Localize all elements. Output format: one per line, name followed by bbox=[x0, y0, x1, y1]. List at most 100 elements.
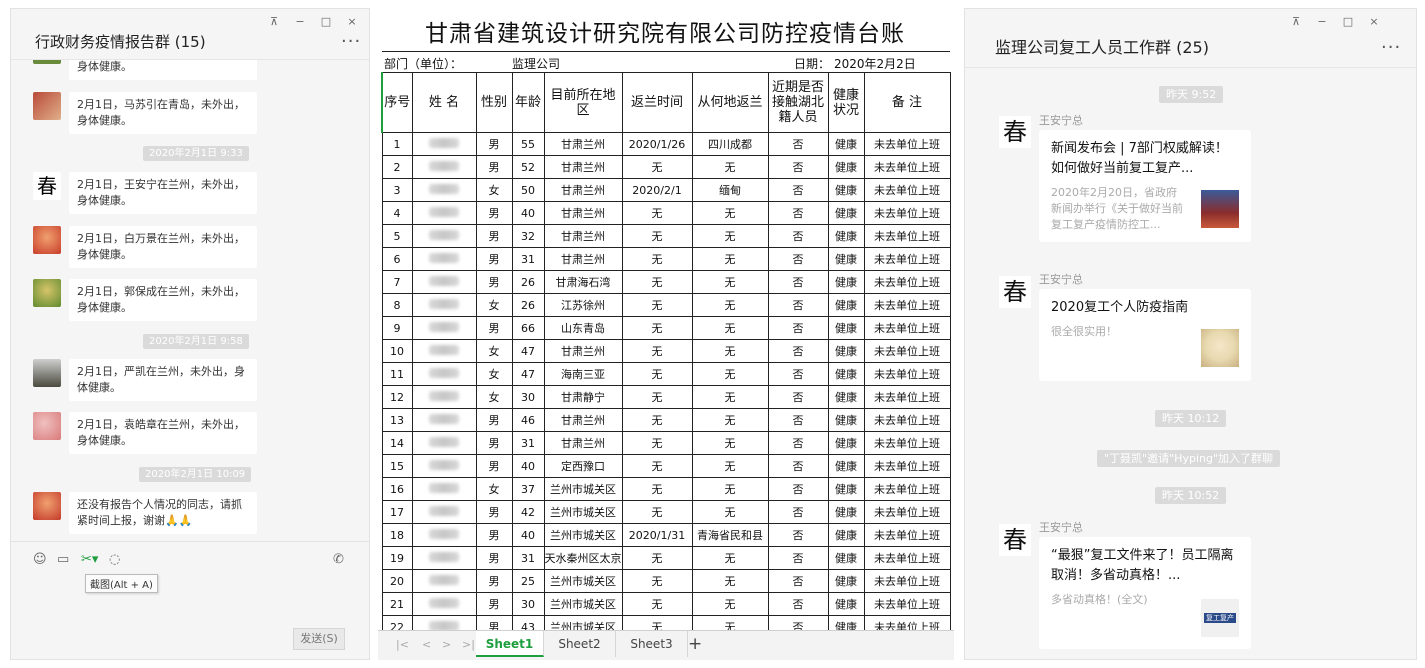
table-cell[interactable] bbox=[411, 408, 477, 432]
table-cell[interactable]: 42 bbox=[511, 500, 545, 524]
table-cell[interactable]: 31 bbox=[511, 431, 545, 455]
table-cell[interactable]: 健康 bbox=[827, 178, 865, 202]
table-cell[interactable]: 未去单位上班 bbox=[863, 454, 951, 478]
table-cell[interactable]: 青海省民和县 bbox=[691, 523, 769, 547]
table-cell[interactable]: 健康 bbox=[827, 477, 865, 501]
avatar[interactable] bbox=[33, 412, 61, 440]
table-cell[interactable]: 未去单位上班 bbox=[863, 316, 951, 340]
table-cell[interactable]: 47 bbox=[511, 339, 545, 363]
table-cell[interactable]: 18 bbox=[381, 523, 413, 547]
table-cell[interactable]: 健康 bbox=[827, 201, 865, 225]
table-cell[interactable] bbox=[411, 224, 477, 248]
table-cell[interactable]: 无 bbox=[621, 500, 693, 524]
table-cell[interactable]: 2020/2/1 bbox=[621, 178, 693, 202]
table-cell[interactable]: 46 bbox=[511, 408, 545, 432]
table-cell[interactable]: 30 bbox=[511, 592, 545, 616]
table-cell[interactable]: 无 bbox=[691, 431, 769, 455]
minimize-icon[interactable]: − bbox=[287, 15, 313, 29]
send-button[interactable]: 发送(S) bbox=[293, 628, 345, 650]
table-cell[interactable]: 5 bbox=[381, 224, 413, 248]
table-cell[interactable]: 男 bbox=[475, 155, 513, 179]
table-cell[interactable]: 健康 bbox=[827, 132, 865, 156]
table-cell[interactable]: 无 bbox=[691, 454, 769, 478]
table-cell[interactable]: 无 bbox=[691, 247, 769, 271]
table-cell[interactable]: 甘肃海石湾 bbox=[543, 270, 623, 294]
table-cell[interactable]: 无 bbox=[621, 477, 693, 501]
table-cell[interactable]: 山东青岛 bbox=[543, 316, 623, 340]
minimize-icon[interactable]: − bbox=[1309, 15, 1335, 29]
table-cell[interactable]: 甘肃兰州 bbox=[543, 224, 623, 248]
first-sheet-icon[interactable]: |< bbox=[396, 638, 409, 651]
table-cell[interactable] bbox=[411, 247, 477, 271]
column-header[interactable]: 年龄 bbox=[511, 72, 545, 133]
tab-sheet2[interactable]: Sheet2 bbox=[544, 631, 616, 657]
tab-sheet3[interactable]: Sheet3 bbox=[616, 631, 688, 657]
table-cell[interactable]: 甘肃兰州 bbox=[543, 132, 623, 156]
table-cell[interactable]: 1 bbox=[381, 132, 413, 156]
table-cell[interactable]: 否 bbox=[767, 270, 829, 294]
prev-sheet-icon[interactable]: < bbox=[422, 638, 431, 651]
table-cell[interactable]: 未去单位上班 bbox=[863, 477, 951, 501]
table-cell[interactable]: 无 bbox=[621, 454, 693, 478]
table-cell[interactable]: 无 bbox=[691, 362, 769, 386]
table-cell[interactable]: 无 bbox=[621, 592, 693, 616]
table-cell[interactable]: 无 bbox=[621, 569, 693, 593]
table-cell[interactable]: 21 bbox=[381, 592, 413, 616]
table-cell[interactable]: 健康 bbox=[827, 592, 865, 616]
table-cell[interactable]: 男 bbox=[475, 592, 513, 616]
table-cell[interactable] bbox=[411, 569, 477, 593]
message-list[interactable]: 身体健康。 2月1日，马苏引在青岛，未外出，身体健康。 2020年2月1日 9:… bbox=[11, 59, 369, 541]
column-header[interactable]: 返兰时间 bbox=[621, 72, 693, 133]
table-cell[interactable]: 未去单位上班 bbox=[863, 247, 951, 271]
table-cell[interactable]: 无 bbox=[691, 569, 769, 593]
table-cell[interactable]: 无 bbox=[621, 546, 693, 570]
table-cell[interactable]: 否 bbox=[767, 408, 829, 432]
table-cell[interactable] bbox=[411, 500, 477, 524]
table-cell[interactable]: 健康 bbox=[827, 454, 865, 478]
table-cell[interactable]: 海南三亚 bbox=[543, 362, 623, 386]
table-cell[interactable]: 47 bbox=[511, 362, 545, 386]
table-cell[interactable]: 无 bbox=[691, 592, 769, 616]
table-cell[interactable]: 甘肃兰州 bbox=[543, 431, 623, 455]
folder-icon[interactable]: ▭ bbox=[57, 552, 69, 567]
table-cell[interactable]: 无 bbox=[691, 224, 769, 248]
table-cell[interactable]: 男 bbox=[475, 523, 513, 547]
table-cell[interactable]: 健康 bbox=[827, 362, 865, 386]
table-cell[interactable]: 7 bbox=[381, 270, 413, 294]
table-cell[interactable]: 甘肃兰州 bbox=[543, 201, 623, 225]
avatar[interactable]: 春 bbox=[33, 172, 61, 200]
last-sheet-icon[interactable]: >| bbox=[462, 638, 475, 651]
table-cell[interactable]: 兰州市城关区 bbox=[543, 569, 623, 593]
table-cell[interactable]: 健康 bbox=[827, 339, 865, 363]
table-cell[interactable]: 否 bbox=[767, 454, 829, 478]
table-cell[interactable]: 6 bbox=[381, 247, 413, 271]
table-cell[interactable]: 甘肃兰州 bbox=[543, 408, 623, 432]
table-cell[interactable]: 50 bbox=[511, 178, 545, 202]
table-cell[interactable]: 否 bbox=[767, 592, 829, 616]
table-cell[interactable]: 3 bbox=[381, 178, 413, 202]
table-cell[interactable]: 14 bbox=[381, 431, 413, 455]
table-cell[interactable]: 否 bbox=[767, 523, 829, 547]
table-cell[interactable]: 甘肃静宁 bbox=[543, 385, 623, 409]
table-cell[interactable]: 无 bbox=[691, 293, 769, 317]
table-cell[interactable]: 未去单位上班 bbox=[863, 362, 951, 386]
table-cell[interactable]: 健康 bbox=[827, 546, 865, 570]
table-cell[interactable]: 健康 bbox=[827, 270, 865, 294]
next-sheet-icon[interactable]: > bbox=[442, 638, 451, 651]
table-cell[interactable]: 健康 bbox=[827, 155, 865, 179]
table-cell[interactable]: 未去单位上班 bbox=[863, 155, 951, 179]
table-cell[interactable]: 未去单位上班 bbox=[863, 500, 951, 524]
table-cell[interactable]: 健康 bbox=[827, 293, 865, 317]
table-cell[interactable]: 10 bbox=[381, 339, 413, 363]
table-cell[interactable]: 25 bbox=[511, 569, 545, 593]
table-cell[interactable]: 男 bbox=[475, 454, 513, 478]
table-cell[interactable]: 男 bbox=[475, 201, 513, 225]
column-header[interactable]: 序号 bbox=[381, 72, 413, 133]
table-cell[interactable]: 甘肃兰州 bbox=[543, 247, 623, 271]
table-cell[interactable]: 未去单位上班 bbox=[863, 339, 951, 363]
table-cell[interactable]: 男 bbox=[475, 569, 513, 593]
table-cell[interactable] bbox=[411, 385, 477, 409]
table-cell[interactable]: 健康 bbox=[827, 569, 865, 593]
table-cell[interactable]: 20 bbox=[381, 569, 413, 593]
table-cell[interactable]: 未去单位上班 bbox=[863, 431, 951, 455]
